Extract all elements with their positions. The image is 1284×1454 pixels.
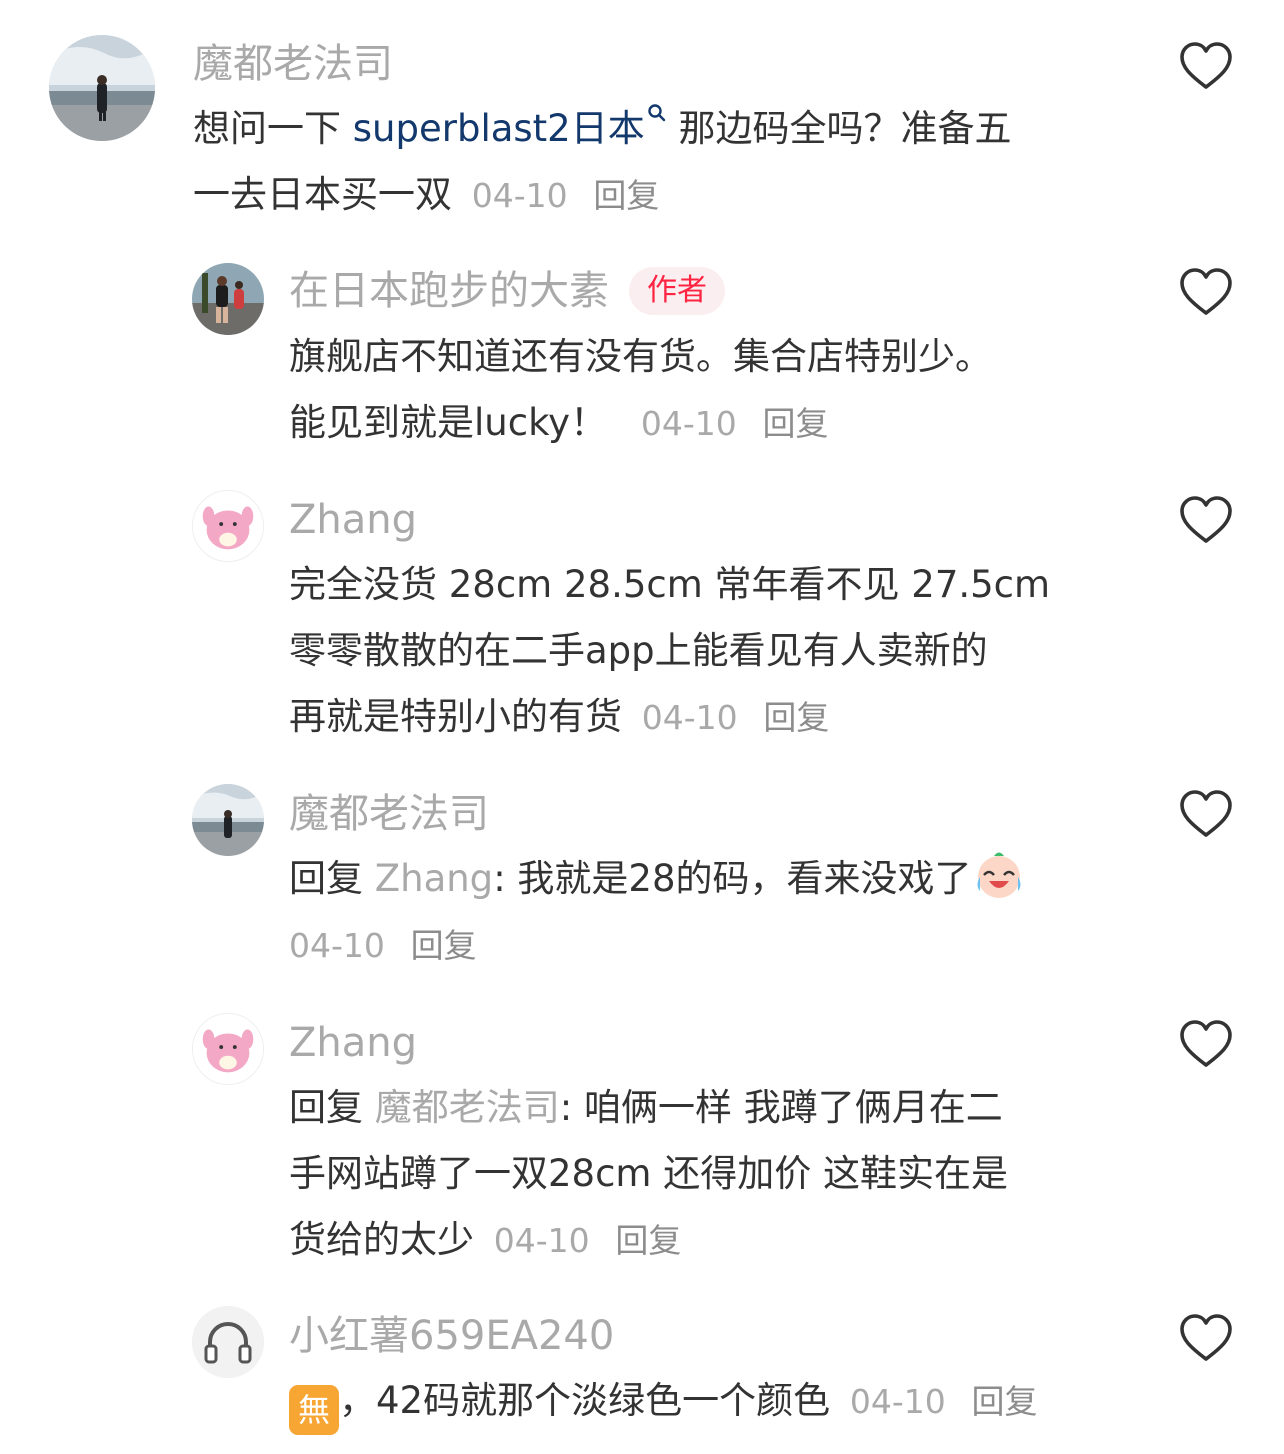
reply-prefix: 回复: [289, 857, 363, 900]
search-keyword-link[interactable]: superblast2日本: [352, 104, 667, 150]
comment-text: 能见到就是lucky！: [289, 401, 608, 444]
comment-date: 04-10: [289, 926, 385, 965]
comment-date: 04-10: [640, 404, 737, 443]
reply-button[interactable]: 回复: [763, 698, 829, 737]
comment-text: 想问一下: [193, 107, 353, 150]
comment-author[interactable]: Zhang: [289, 1017, 417, 1069]
comment-body-line: 再就是特别小的有货 04-10 回复: [289, 684, 829, 751]
like-button[interactable]: [1178, 266, 1234, 318]
comment-author[interactable]: Zhang: [289, 494, 417, 546]
search-keyword-text: superblast2日本: [352, 107, 645, 150]
avatar[interactable]: [192, 490, 264, 562]
comment-date: 04-10: [493, 1221, 590, 1260]
comment-body: 完全没货 28cm 28.5cm 常年看不见 27.5cm: [289, 552, 1050, 618]
search-icon: [648, 104, 665, 122]
crying-laughing-face-emoji: [977, 852, 1020, 898]
avatar[interactable]: [192, 1013, 264, 1085]
comment-body-line: 零零散散的在二手app上能看见有人卖新的: [289, 618, 988, 684]
like-button[interactable]: [1178, 1018, 1234, 1070]
heart-outline-icon: [1180, 496, 1232, 543]
author-name: 在日本跑步的大素: [289, 268, 609, 314]
comment-date: 04-10: [849, 1382, 946, 1421]
heart-outline-icon: [1180, 268, 1232, 315]
comment-text: 那边码全吗？准备五: [666, 107, 1012, 150]
comment-text: 零零散散的在二手app上能看见有人卖新的: [289, 629, 988, 672]
comment-text: 完全没货 28cm 28.5cm 常年看不见 27.5cm: [289, 563, 1051, 606]
comment-author[interactable]: 小红薯659EA240: [289, 1310, 614, 1362]
reply-button[interactable]: 回复: [593, 176, 659, 215]
comment-body-line: 手网站蹲了一双28cm 还得加价 这鞋实在是: [289, 1141, 1008, 1207]
avatar[interactable]: [192, 263, 264, 335]
comment-text: : 我就是28的码，看来没戏了: [493, 857, 972, 900]
comment-author[interactable]: 魔都老法司: [193, 38, 393, 90]
comment-date: 04-10: [471, 176, 568, 215]
comment-author[interactable]: 在日本跑步的大素 作者: [289, 265, 725, 317]
heart-outline-icon: [1180, 42, 1232, 89]
avatar[interactable]: [192, 1306, 264, 1378]
comment-author[interactable]: 魔都老法司: [289, 788, 489, 840]
comment-text: 一去日本买一双: [193, 173, 452, 216]
comment-body: 旗舰店不知道还有没有货。集合店特别少。: [289, 324, 992, 390]
reply-to-user[interactable]: 魔都老法司: [375, 1086, 560, 1129]
heart-outline-icon: [1180, 790, 1232, 837]
comment-text: : 咱俩一样 我蹲了俩月在二: [559, 1086, 1003, 1129]
avatar[interactable]: [192, 784, 264, 856]
comment-body: 回复 Zhang: 我就是28的码，看来没戏了: [289, 846, 1026, 912]
heart-outline-icon: [1180, 1020, 1232, 1067]
comment-text: 再就是特别小的有货: [289, 695, 622, 738]
like-button[interactable]: [1178, 1312, 1234, 1364]
reply-button[interactable]: 回复: [972, 1382, 1038, 1421]
orange-square-emoji: 無: [289, 1385, 339, 1435]
like-button[interactable]: [1178, 40, 1234, 92]
reply-button[interactable]: 回复: [411, 926, 477, 965]
comment-body-line: 一去日本买一双 04-10 回复: [193, 162, 659, 229]
reply-button[interactable]: 回复: [763, 404, 829, 443]
author-badge: 作者: [629, 267, 725, 315]
comment-text: 货给的太少: [289, 1218, 474, 1261]
reply-to-user[interactable]: Zhang: [375, 857, 493, 900]
comment-body-line: 04-10 回复: [289, 912, 477, 979]
heart-outline-icon: [1180, 1314, 1232, 1361]
comment-body-line: 货给的太少 04-10 回复: [289, 1207, 681, 1274]
comment-text: 手网站蹲了一双28cm 还得加价 这鞋实在是: [289, 1152, 1008, 1195]
headphones-icon: [192, 1306, 264, 1378]
comment-date: 04-10: [641, 698, 738, 737]
comment-body: 想问一下 superblast2日本 那边码全吗？准备五: [193, 96, 1011, 162]
avatar[interactable]: [49, 35, 155, 141]
comment-text: ，42码就那个淡绿色一个颜色: [339, 1379, 831, 1422]
reply-button[interactable]: 回复: [615, 1221, 681, 1260]
reply-prefix: 回复: [289, 1086, 363, 1129]
emoji-glyph: 無: [297, 1391, 330, 1429]
comment-text: 旗舰店不知道还有没有货。集合店特别少。: [289, 335, 992, 378]
like-button[interactable]: [1178, 494, 1234, 546]
comment-body-line: 能见到就是lucky！ 04-10 回复: [289, 390, 829, 457]
like-button[interactable]: [1178, 788, 1234, 840]
comment-body: 無，42码就那个淡绿色一个颜色 04-10 回复: [289, 1368, 1038, 1435]
comment-body: 回复 魔都老法司: 咱俩一样 我蹲了俩月在二: [289, 1075, 1003, 1141]
